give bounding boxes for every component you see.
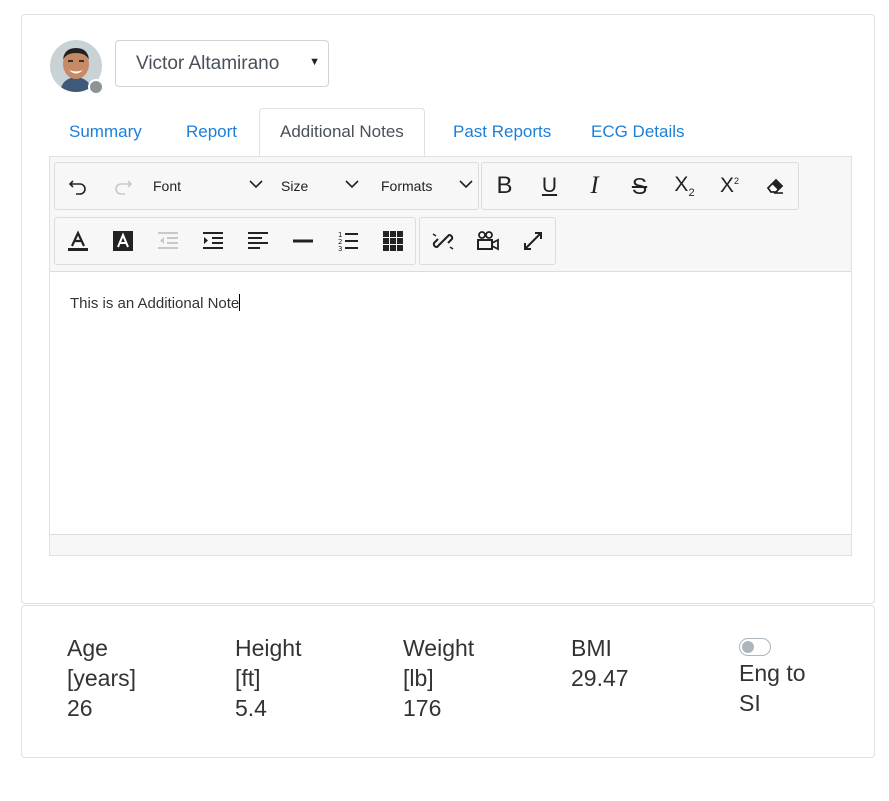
- bmi-stat: BMI 29.47: [571, 633, 629, 693]
- size-select[interactable]: Size: [281, 163, 367, 209]
- expand-icon: [523, 232, 542, 250]
- editor-toolbar: Font Size Formats B U I S X2 X2 1 2 3: [50, 157, 851, 272]
- units-toggle-switch[interactable]: [739, 638, 771, 656]
- table-icon: [382, 231, 403, 251]
- link-icon: [432, 233, 453, 250]
- age-value: 26: [67, 695, 93, 721]
- toolbar-group-history-font: Font Size Formats: [54, 162, 479, 210]
- age-unit: [years]: [67, 665, 137, 691]
- status-dot: [88, 79, 104, 95]
- tab-additional-notes[interactable]: Additional Notes: [259, 108, 425, 156]
- indent-icon: [202, 232, 223, 249]
- height-stat: Height [ft] 5.4: [235, 633, 301, 723]
- italic-icon: I: [590, 172, 599, 199]
- superscript-button[interactable]: X2: [707, 163, 752, 209]
- notes-card: Victor Altamirano ▼ Summary Report Addit…: [21, 14, 875, 604]
- editor-content-area[interactable]: This is an Additional Note: [50, 272, 851, 535]
- tab-past-reports[interactable]: Past Reports: [433, 108, 571, 155]
- font-select-label: Font: [153, 178, 182, 194]
- align-left-icon: [247, 232, 268, 249]
- chevron-down-icon: [345, 180, 359, 189]
- subscript-icon: X2: [674, 172, 695, 200]
- italic-button[interactable]: I: [572, 163, 617, 209]
- outdent-icon: [157, 232, 178, 249]
- toolbar-group-text-style: B U I S X2 X2: [481, 162, 799, 210]
- units-toggle-group: Eng to SI: [739, 633, 806, 718]
- toolbar-group-paragraph: 123: [54, 217, 416, 265]
- tab-report[interactable]: Report: [166, 108, 257, 155]
- superscript-icon: X2: [719, 174, 740, 197]
- formats-select-label: Formats: [381, 178, 433, 194]
- caret-down-icon: ▼: [309, 56, 320, 68]
- eraser-icon: [766, 178, 783, 194]
- height-value: 5.4: [235, 695, 267, 721]
- age-stat: Age [years] 26: [67, 633, 136, 723]
- weight-value: 176: [403, 695, 442, 721]
- toggle-knob: [742, 641, 754, 653]
- video-camera-icon: [476, 231, 499, 251]
- rich-text-editor: Font Size Formats B U I S X2 X2 1 2 3 Th…: [49, 156, 852, 556]
- redo-button[interactable]: [100, 163, 145, 209]
- units-toggle-label-line2: SI: [739, 690, 761, 716]
- fullscreen-button[interactable]: [510, 218, 555, 264]
- height-unit: [ft]: [235, 665, 261, 691]
- clear-format-button[interactable]: [752, 163, 797, 209]
- indent-button[interactable]: [190, 218, 235, 264]
- video-button[interactable]: [465, 218, 510, 264]
- horizontal-rule-icon: [292, 239, 313, 243]
- ordered-list-icon: 123: [338, 231, 358, 252]
- subscript-button[interactable]: X2: [662, 163, 707, 209]
- weight-unit: [lb]: [403, 665, 434, 691]
- redo-icon: [114, 180, 132, 195]
- bold-icon: B: [496, 172, 513, 199]
- age-label: Age: [67, 635, 108, 661]
- tab-bar: Summary Report Additional Notes Past Rep…: [49, 108, 852, 156]
- underline-icon: U: [541, 174, 558, 197]
- background-color-button[interactable]: [100, 218, 145, 264]
- text-cursor: [239, 294, 241, 311]
- weight-label: Weight: [403, 635, 475, 661]
- formats-select[interactable]: Formats: [381, 163, 477, 209]
- patient-name: Victor Altamirano: [136, 52, 280, 74]
- size-select-label: Size: [281, 178, 309, 194]
- link-button[interactable]: [420, 218, 465, 264]
- undo-button[interactable]: [55, 163, 100, 209]
- outdent-button[interactable]: [145, 218, 190, 264]
- bmi-value: 29.47: [571, 665, 629, 691]
- editor-text: This is an Additional Note: [70, 295, 240, 312]
- text-color-icon: [67, 230, 88, 251]
- avatar: [50, 40, 104, 95]
- patient-select[interactable]: Victor Altamirano ▼: [115, 40, 329, 87]
- strikethrough-button[interactable]: S: [617, 163, 662, 209]
- editor-statusbar: [50, 534, 851, 555]
- height-label: Height: [235, 635, 302, 661]
- tab-summary[interactable]: Summary: [49, 108, 162, 155]
- align-button[interactable]: [235, 218, 280, 264]
- tab-ecg-details[interactable]: ECG Details: [571, 108, 705, 155]
- bold-button[interactable]: B: [482, 163, 527, 209]
- bmi-label: BMI: [571, 635, 612, 661]
- table-button[interactable]: [370, 218, 415, 264]
- chevron-down-icon: [459, 180, 473, 189]
- font-select[interactable]: Font: [153, 163, 271, 209]
- background-color-icon: [112, 231, 133, 251]
- vitals-card: Age [years] 26 Height [ft] 5.4 Weight [l…: [21, 605, 875, 758]
- text-color-button[interactable]: [55, 218, 100, 264]
- toolbar-group-insert: [419, 217, 556, 265]
- ordered-list-button[interactable]: 123: [325, 218, 370, 264]
- horizontal-rule-button[interactable]: [280, 218, 325, 264]
- underline-button[interactable]: U: [527, 163, 572, 209]
- units-toggle-label-line1: Eng to: [739, 660, 806, 686]
- undo-icon: [68, 180, 86, 195]
- chevron-down-icon: [249, 180, 263, 189]
- weight-stat: Weight [lb] 176: [403, 633, 474, 723]
- strikethrough-icon: S: [631, 172, 648, 199]
- svg-text:3: 3: [338, 245, 342, 252]
